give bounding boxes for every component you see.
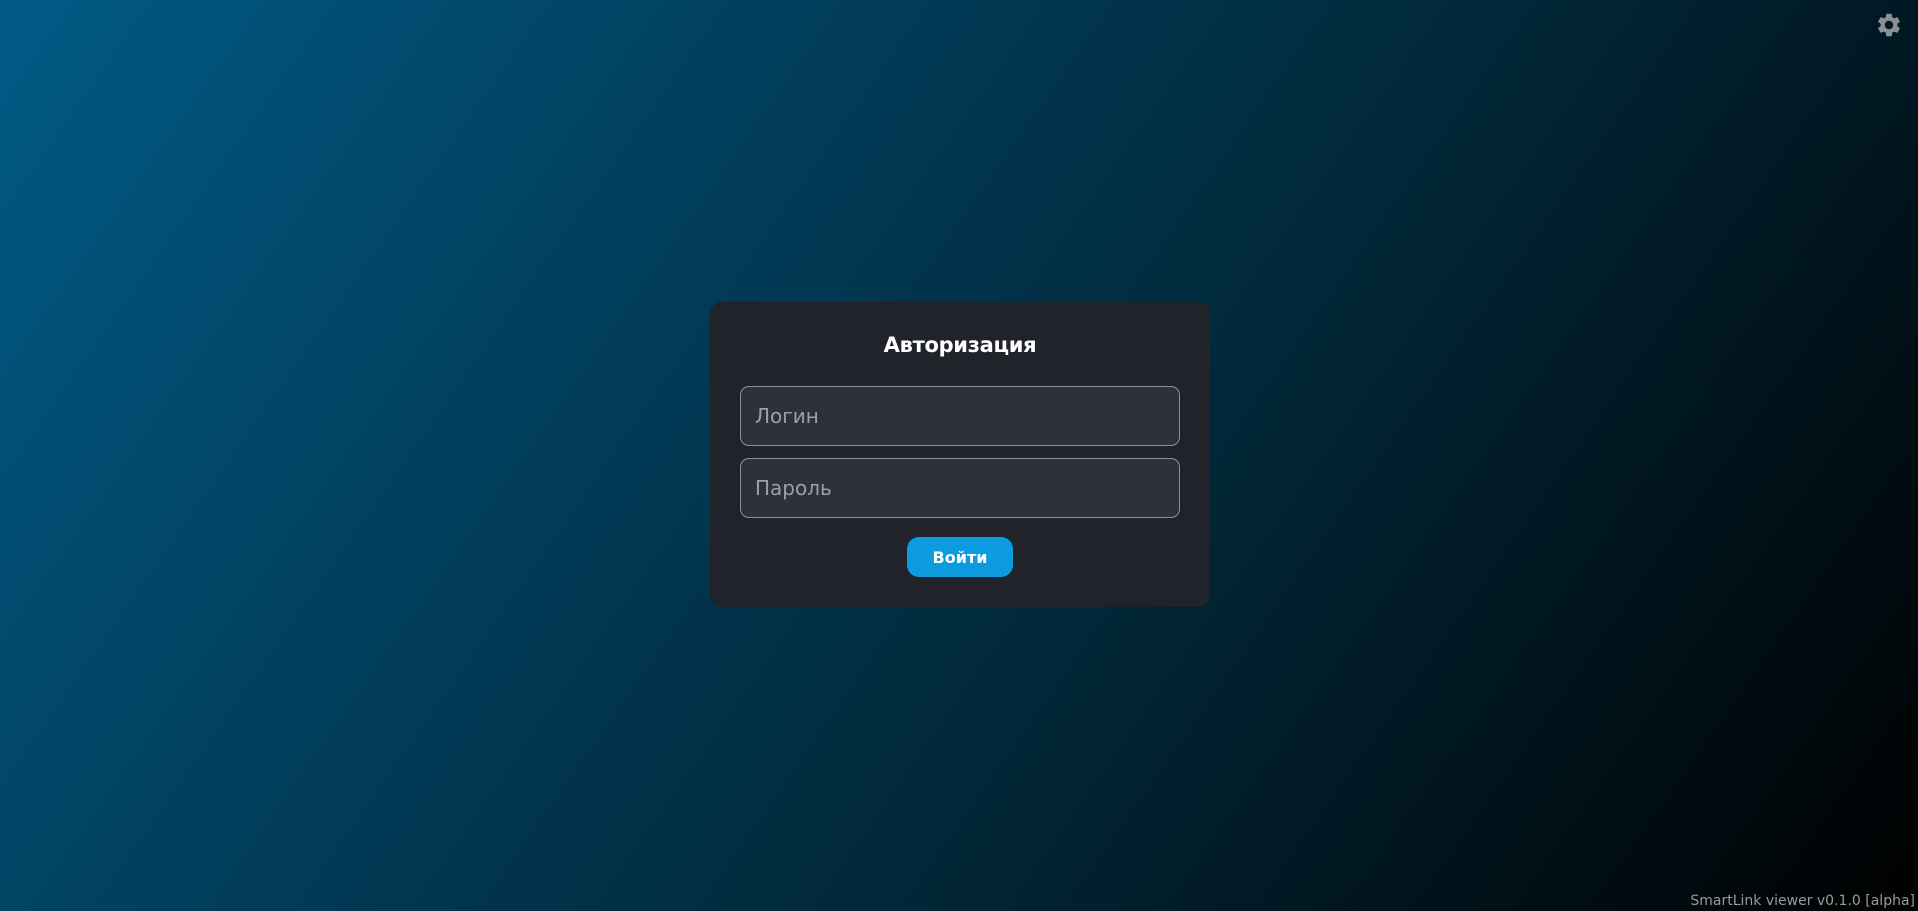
login-title: Авторизация [883,333,1037,357]
submit-row: Войти [740,537,1180,577]
login-button[interactable]: Войти [907,537,1013,577]
version-label: SmartLink viewer v0.1.0 [alpha] [1690,893,1915,909]
login-card: Авторизация Войти [710,302,1210,607]
gear-icon [1875,11,1903,39]
login-input[interactable] [740,386,1180,446]
password-input[interactable] [740,458,1180,518]
settings-button[interactable] [1874,10,1904,40]
